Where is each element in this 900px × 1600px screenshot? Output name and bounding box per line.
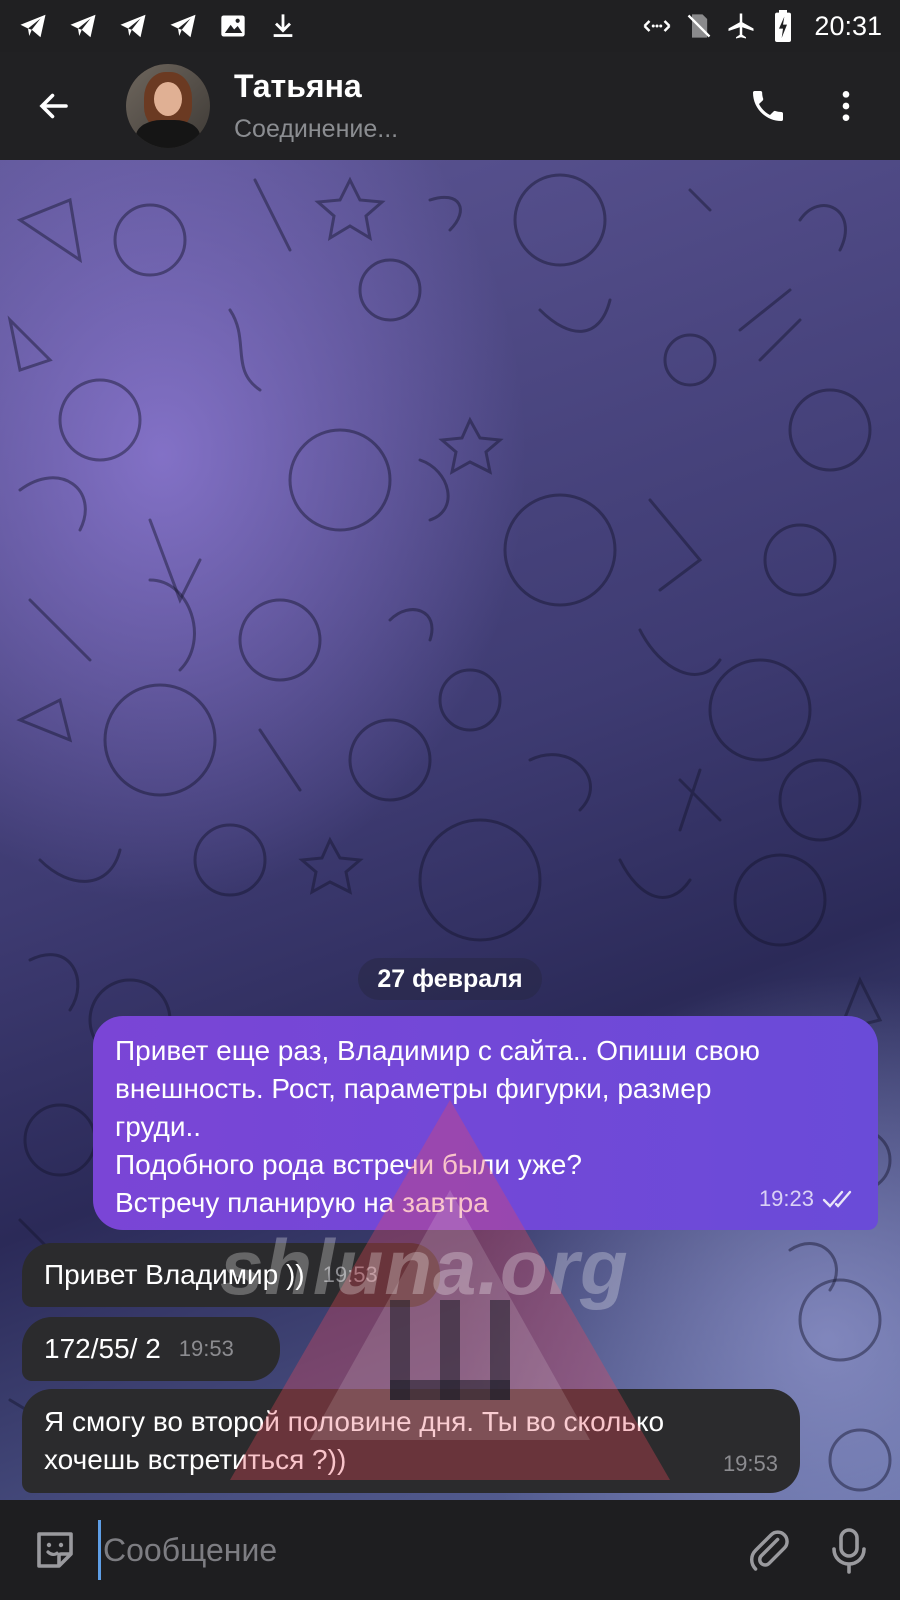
message-incoming[interactable]: Я смогу во второй половине дня. Ты во ск… [22,1389,800,1493]
back-button[interactable] [26,78,82,134]
message-composer: Сообщение [0,1500,900,1600]
more-options-button[interactable] [822,82,870,130]
voice-record-button[interactable] [822,1523,876,1577]
status-bar: 20:31 [0,0,900,52]
message-time: 19:53 [178,1336,234,1361]
telegram-icon [68,11,98,41]
chat-area[interactable]: 27 февраля Привет еще раз, Владимир с са… [0,160,900,1500]
emoji-button[interactable] [28,1523,82,1577]
contact-name: Татьяна [234,68,362,104]
paperclip-icon [749,1530,789,1571]
message-meta: 19:23 [759,1180,858,1218]
contact-info[interactable]: Татьяна Соединение... [234,68,398,144]
sticker-icon [37,1532,73,1568]
telegram-icon [118,11,148,41]
phone-icon [753,91,783,121]
date-separator: 27 февраля [358,958,542,1000]
telegram-icon [18,11,48,41]
arrow-left-icon [39,93,68,119]
message-time: 19:53 [722,1451,778,1476]
nfc-icon [642,11,672,41]
message-time: 19:23 [758,1186,814,1211]
airplane-icon [726,11,756,41]
clock: 20:31 [814,10,882,41]
more-vert-icon [842,91,850,121]
no-sim-icon [684,11,714,41]
notification-icons [18,11,298,41]
double-check-icon [822,1190,852,1208]
call-button[interactable] [744,82,792,130]
message-outgoing[interactable]: Привет еще раз, Владимир с сайта.. Опиши… [93,1016,878,1230]
chat-header: Татьяна Соединение... [0,52,900,160]
telegram-icon [168,11,198,41]
avatar[interactable] [126,64,210,148]
image-icon [218,11,248,41]
attach-button[interactable] [742,1523,796,1577]
message-input[interactable]: Сообщение [98,1520,698,1580]
message-text: Я смогу во второй половине дня. Ты во ск… [44,1406,665,1475]
connection-status: Соединение... [234,115,399,143]
microphone-icon [832,1528,866,1574]
message-text: Привет еще раз, Владимир с сайта.. Опиши… [115,1035,760,1218]
download-icon [268,11,298,41]
battery-charging-icon [768,10,798,42]
watermark-text: shluna.org [220,1223,629,1311]
message-text: 172/55/ 2 [44,1333,161,1364]
message-incoming[interactable]: 172/55/ 2 19:53 [22,1317,280,1381]
